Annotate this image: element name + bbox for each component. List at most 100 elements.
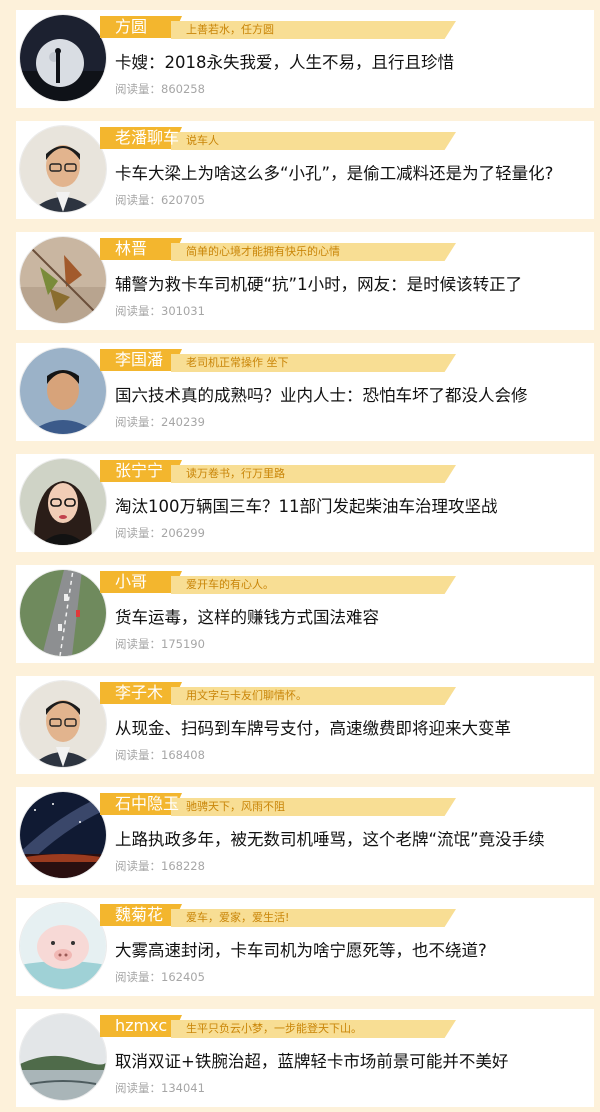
read-count: 阅读量：240239 — [115, 414, 205, 430]
author-name[interactable]: 魏菊花 — [115, 904, 163, 926]
article-card[interactable]: 方圆 上善若水，任方圆卡嫂：2018永失我爱，人生不易，且行且珍惜阅读量：8602… — [16, 10, 594, 108]
author-signature: 读万卷书，行万里路 — [186, 467, 285, 480]
avatar-image — [20, 459, 106, 545]
article-card[interactable]: 张宁宁 读万卷书，行万里路淘汰100万辆国三车？11部门发起柴油车治理攻坚战阅读量… — [16, 454, 594, 552]
author-name[interactable]: 石中隐玉 — [115, 793, 179, 815]
read-count-value: 860258 — [161, 82, 205, 96]
avatar[interactable] — [20, 348, 106, 434]
author-name[interactable]: 小哥 — [115, 571, 147, 593]
article-card[interactable]: 林晋 简单的心境才能拥有快乐的心情辅警为救卡车司机硬“抗”1小时，网友：是时候该转… — [16, 232, 594, 330]
article-headline[interactable]: 国六技术真的成熟吗？业内人士：恐怕车坏了都没人会修 — [115, 385, 594, 407]
list-item[interactable]: hzmxc 生平只负云小梦，一步能登天下山。取消双证+铁腕治超，蓝牌轻卡市场前景可… — [0, 999, 600, 1110]
read-count: 阅读量：168408 — [115, 747, 205, 763]
avatar-image — [20, 681, 106, 767]
avatar-image — [20, 15, 106, 101]
list-item[interactable]: 李子木 用文字与卡友们聊情怀。从现金、扫码到车牌号支付，高速缴费即将迎来大变革阅读… — [0, 666, 600, 777]
read-count: 阅读量：134041 — [115, 1080, 205, 1096]
avatar[interactable] — [20, 237, 106, 323]
article-headline[interactable]: 卡车大梁上为啥这么多“小孔”，是偷工减料还是为了轻量化? — [115, 163, 594, 185]
read-count: 阅读量：860258 — [115, 81, 205, 97]
read-count-value: 206299 — [161, 526, 205, 540]
list-item[interactable]: 石中隐玉 驰骋天下，风雨不阻上路执政多年，被无数司机唾骂，这个老牌“流氓”竟没手续… — [0, 777, 600, 888]
author-signature: 爱车，爱家，爱生活! — [186, 911, 290, 924]
article-headline[interactable]: 淘汰100万辆国三车？11部门发起柴油车治理攻坚战 — [115, 496, 594, 518]
read-count-label: 阅读量： — [115, 415, 161, 429]
list-item[interactable]: 林晋 简单的心境才能拥有快乐的心情辅警为救卡车司机硬“抗”1小时，网友：是时候该转… — [0, 222, 600, 333]
read-count: 阅读量：206299 — [115, 525, 205, 541]
article-headline[interactable]: 卡嫂：2018永失我爱，人生不易，且行且珍惜 — [115, 52, 594, 74]
list-item[interactable]: 魏菊花 爱车，爱家，爱生活! 大雾高速封闭，卡车司机为啥宁愿死等，也不绕道? 阅读量：… — [0, 888, 600, 999]
article-headline[interactable]: 上路执政多年，被无数司机唾骂，这个老牌“流氓”竟没手续 — [115, 829, 594, 851]
avatar[interactable] — [20, 792, 106, 878]
avatar[interactable] — [20, 1014, 106, 1100]
article-card[interactable]: 李子木 用文字与卡友们聊情怀。从现金、扫码到车牌号支付，高速缴费即将迎来大变革阅读… — [16, 676, 594, 774]
read-count: 阅读量：620705 — [115, 192, 205, 208]
avatar[interactable] — [20, 903, 106, 989]
article-headline[interactable]: 取消双证+铁腕治超，蓝牌轻卡市场前景可能并不美好 — [115, 1051, 594, 1073]
read-count-label: 阅读量： — [115, 748, 161, 762]
read-count-value: 168408 — [161, 748, 205, 762]
list-item[interactable]: 老潘聊车 说车人卡车大梁上为啥这么多“小孔”，是偷工减料还是为了轻量化? 阅读量：6… — [0, 111, 600, 222]
read-count-label: 阅读量： — [115, 637, 161, 651]
read-count: 阅读量：301031 — [115, 303, 205, 319]
avatar-image — [20, 126, 106, 212]
read-count-value: 175190 — [161, 637, 205, 651]
read-count-label: 阅读量： — [115, 526, 161, 540]
read-count-value: 162405 — [161, 970, 205, 984]
read-count-label: 阅读量： — [115, 859, 161, 873]
author-name[interactable]: 方圆 — [115, 16, 147, 38]
article-card[interactable]: 李国潘 老司机正常操作 坐下国六技术真的成熟吗？业内人士：恐怕车坏了都没人会修阅读… — [16, 343, 594, 441]
avatar[interactable] — [20, 15, 106, 101]
read-count: 阅读量：175190 — [115, 636, 205, 652]
author-signature: 爱开车的有心人。 — [186, 578, 274, 591]
author-signature: 上善若水，任方圆 — [186, 23, 274, 36]
author-name[interactable]: 李子木 — [115, 682, 163, 704]
article-headline[interactable]: 货车运毒，这样的赚钱方式国法难容 — [115, 607, 594, 629]
avatar-image — [20, 348, 106, 434]
author-signature: 简单的心境才能拥有快乐的心情 — [186, 245, 340, 258]
avatar-image — [20, 237, 106, 323]
author-name[interactable]: hzmxc — [115, 1015, 167, 1037]
read-count-label: 阅读量： — [115, 1081, 161, 1095]
article-card[interactable]: 老潘聊车 说车人卡车大梁上为啥这么多“小孔”，是偷工减料还是为了轻量化? 阅读量：6… — [16, 121, 594, 219]
list-item[interactable]: 李国潘 老司机正常操作 坐下国六技术真的成熟吗？业内人士：恐怕车坏了都没人会修阅读… — [0, 333, 600, 444]
read-count: 阅读量：168228 — [115, 858, 205, 874]
read-count-value: 168228 — [161, 859, 205, 873]
read-count-label: 阅读量： — [115, 970, 161, 984]
list-item[interactable]: 方圆 上善若水，任方圆卡嫂：2018永失我爱，人生不易，且行且珍惜阅读量：8602… — [0, 0, 600, 111]
avatar[interactable] — [20, 126, 106, 212]
avatar-image — [20, 903, 106, 989]
author-signature: 生平只负云小梦，一步能登天下山。 — [186, 1022, 362, 1035]
avatar-image — [20, 1014, 106, 1100]
avatar-image — [20, 570, 106, 656]
article-card[interactable]: hzmxc 生平只负云小梦，一步能登天下山。取消双证+铁腕治超，蓝牌轻卡市场前景可… — [16, 1009, 594, 1107]
article-card[interactable]: 石中隐玉 驰骋天下，风雨不阻上路执政多年，被无数司机唾骂，这个老牌“流氓”竟没手续… — [16, 787, 594, 885]
author-signature: 老司机正常操作 坐下 — [186, 356, 289, 369]
read-count-value: 134041 — [161, 1081, 205, 1095]
avatar[interactable] — [20, 459, 106, 545]
read-count-value: 620705 — [161, 193, 205, 207]
article-list: 方圆 上善若水，任方圆 卡嫂：2018永失我爱，人生不易，且行且珍惜 阅读量：8602… — [0, 0, 600, 1112]
avatar-image — [20, 792, 106, 878]
avatar[interactable] — [20, 570, 106, 656]
list-item[interactable]: 小哥 爱开车的有心人。货车运毒，这样的赚钱方式国法难容阅读量：175190 — [0, 555, 600, 666]
article-headline[interactable]: 辅警为救卡车司机硬“抗”1小时，网友：是时候该转正了 — [115, 274, 594, 296]
avatar[interactable] — [20, 681, 106, 767]
author-name[interactable]: 张宁宁 — [115, 460, 163, 482]
article-card[interactable]: 魏菊花 爱车，爱家，爱生活! 大雾高速封闭，卡车司机为啥宁愿死等，也不绕道? 阅读量：… — [16, 898, 594, 996]
read-count: 阅读量：162405 — [115, 969, 205, 985]
author-signature: 用文字与卡友们聊情怀。 — [186, 689, 307, 702]
article-headline[interactable]: 从现金、扫码到车牌号支付，高速缴费即将迎来大变革 — [115, 718, 594, 740]
list-item[interactable]: 张宁宁 读万卷书，行万里路淘汰100万辆国三车？11部门发起柴油车治理攻坚战阅读量… — [0, 444, 600, 555]
read-count-label: 阅读量： — [115, 193, 161, 207]
author-name[interactable]: 老潘聊车 — [115, 127, 179, 149]
read-count-value: 301031 — [161, 304, 205, 318]
author-signature: 驰骋天下，风雨不阻 — [186, 800, 285, 813]
article-headline[interactable]: 大雾高速封闭，卡车司机为啥宁愿死等，也不绕道? — [115, 940, 594, 962]
article-card[interactable]: 小哥 爱开车的有心人。货车运毒，这样的赚钱方式国法难容阅读量：175190 — [16, 565, 594, 663]
author-name[interactable]: 李国潘 — [115, 349, 163, 371]
author-signature: 说车人 — [186, 134, 219, 147]
read-count-label: 阅读量： — [115, 82, 161, 96]
read-count-value: 240239 — [161, 415, 205, 429]
author-name[interactable]: 林晋 — [115, 238, 147, 260]
